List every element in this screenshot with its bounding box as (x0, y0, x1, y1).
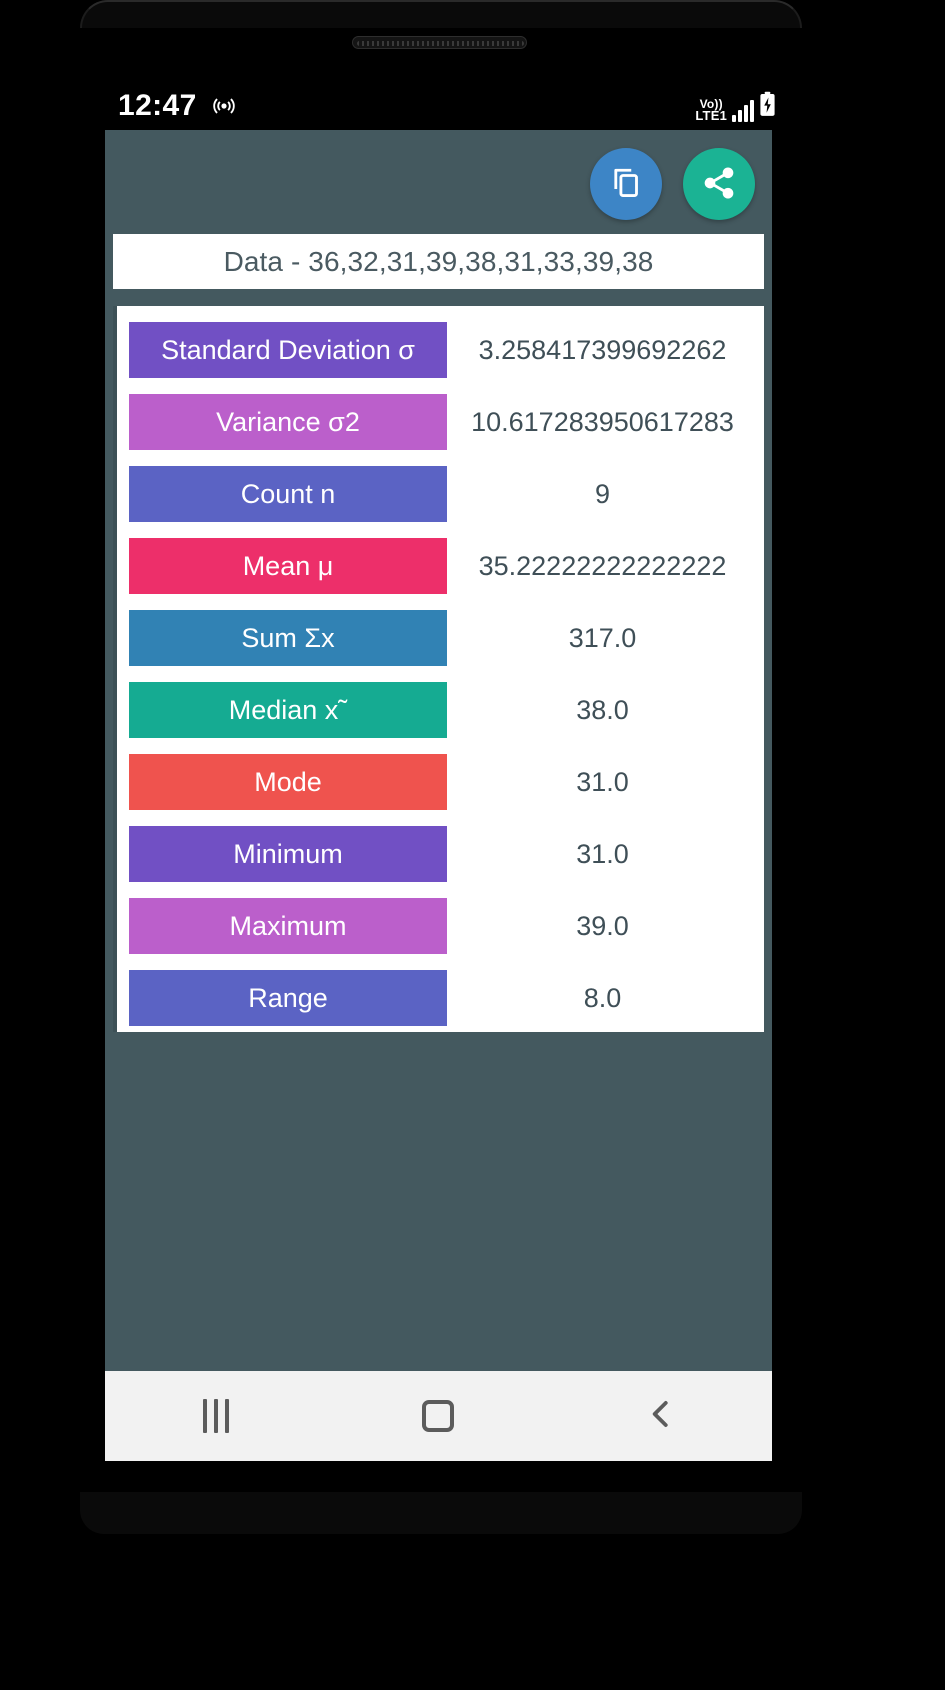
system-navigation-bar (105, 1371, 772, 1461)
stat-label-chip: Range (129, 970, 447, 1026)
stat-value: 31.0 (576, 838, 629, 869)
copy-button[interactable] (590, 148, 662, 220)
recents-icon (203, 1399, 230, 1433)
stat-value: 38.0 (576, 694, 629, 725)
table-row: Count n 9 (117, 458, 764, 530)
table-row: Mode 31.0 (117, 746, 764, 818)
signal-bars-icon (732, 98, 754, 122)
home-button[interactable] (393, 1386, 483, 1446)
status-clock: 12:47 (118, 89, 197, 122)
stat-value: 9 (594, 478, 611, 509)
stat-value: 8.0 (583, 982, 622, 1013)
data-banner-text: Data - 36,32,31,39,38,31,33,39,38 (223, 245, 654, 277)
back-button[interactable] (616, 1386, 706, 1446)
stat-label-chip: Mean μ (129, 538, 447, 594)
home-icon (422, 1400, 455, 1432)
stat-label-chip: Median x˜ (129, 682, 447, 738)
status-bar: 12:47 Vo)) LTE1 (80, 82, 802, 130)
stat-label-chip: Sum Σx (129, 610, 447, 666)
table-row: Mean μ 35.22222222222222 (117, 530, 764, 602)
stat-value: 10.617283950617283 (471, 406, 734, 437)
stat-label-chip: Mode (129, 754, 447, 810)
table-row: Variance σ2 10.617283950617283 (117, 386, 764, 458)
table-row: Sum Σx 317.0 (117, 602, 764, 674)
earpiece-speaker (352, 36, 527, 49)
stat-value: 31.0 (576, 766, 629, 797)
table-row: Median x˜ 38.0 (117, 674, 764, 746)
back-icon (642, 1395, 680, 1438)
volte-indicator: Vo)) LTE1 (695, 98, 727, 122)
stat-label-chip: Standard Deviation σ (129, 322, 447, 378)
stat-value: 35.22222222222222 (478, 550, 727, 581)
battery-charging-icon (759, 91, 776, 122)
copy-icon (608, 165, 644, 204)
device-bezel-bottom (80, 1492, 802, 1534)
app-toolbar (105, 130, 772, 230)
share-icon (701, 165, 737, 204)
table-row: Range 8.0 (117, 962, 764, 1034)
recents-button[interactable] (171, 1386, 261, 1446)
stat-label-chip: Minimum (129, 826, 447, 882)
status-bar-left: 12:47 (118, 89, 237, 123)
stat-value: 317.0 (568, 622, 637, 653)
table-row: Minimum 31.0 (117, 818, 764, 890)
app-screen: Data - 36,32,31,39,38,31,33,39,38 Standa… (105, 130, 772, 1371)
status-bar-right: Vo)) LTE1 (695, 91, 776, 122)
stat-value: 3.258417399692262 (478, 334, 727, 365)
network-type-label: LTE1 (695, 107, 727, 123)
phone-device: 12:47 Vo)) LTE1 Data - 36,32,31,39,38,31… (0, 0, 945, 1690)
device-bezel-top (80, 0, 802, 28)
stat-label-chip: Count n (129, 466, 447, 522)
speaker-grille (357, 41, 524, 46)
hotspot-icon (211, 93, 237, 119)
table-row: Standard Deviation σ 3.258417399692262 (117, 314, 764, 386)
table-row: Maximum 39.0 (117, 890, 764, 962)
stat-value: 39.0 (576, 910, 629, 941)
data-banner: Data - 36,32,31,39,38,31,33,39,38 (113, 234, 764, 289)
share-button[interactable] (683, 148, 755, 220)
stat-label-chip: Variance σ2 (129, 394, 447, 450)
results-card: Standard Deviation σ 3.258417399692262 V… (113, 306, 764, 1032)
stat-label-chip: Maximum (129, 898, 447, 954)
